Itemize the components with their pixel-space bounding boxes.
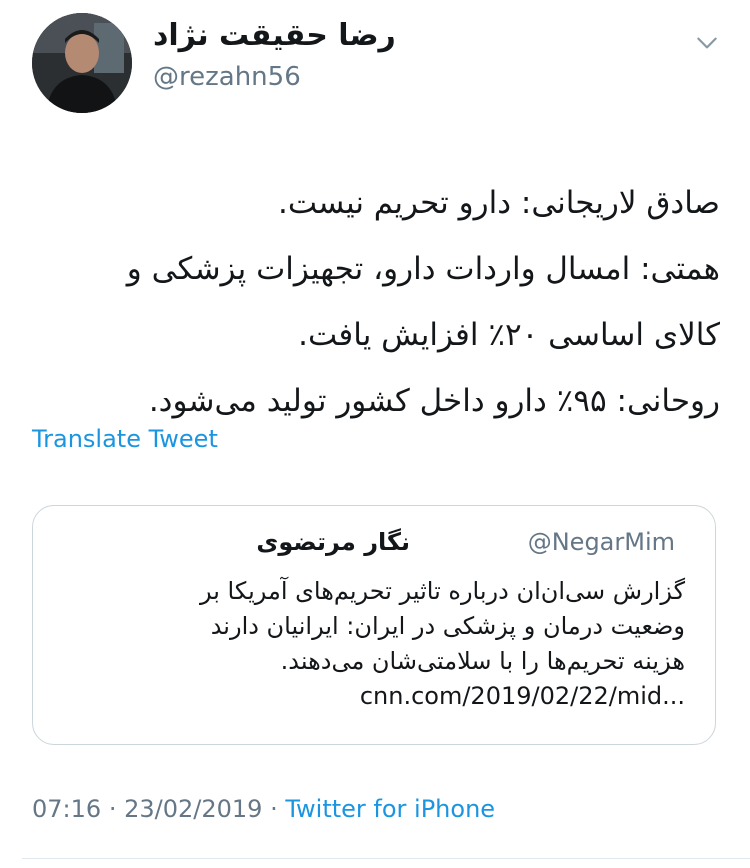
author-handle[interactable]: @rezahn56	[153, 62, 301, 92]
tweet-date[interactable]: 23/02/2019	[124, 795, 262, 823]
quoted-tweet-text: گزارش سی‌ان‌ان درباره تاثیر تحریم‌های آم…	[123, 574, 685, 714]
quoted-line: گزارش سی‌ان‌ان درباره تاثیر تحریم‌های آم…	[199, 577, 685, 605]
chevron-down-icon[interactable]	[694, 30, 720, 56]
quoted-link[interactable]: cnn.com/2019/02/22/mid...	[123, 679, 685, 714]
tweet-line: صادق لاریجانی: دارو تحریم نیست.	[278, 185, 720, 221]
quoted-author-handle: @NegarMim	[527, 528, 675, 556]
tweet-line: همتی: امسال واردات دارو، تجهیزات پزشکی و	[126, 251, 720, 287]
user-avatar-image	[32, 13, 132, 113]
translate-tweet-link[interactable]: Translate Tweet	[32, 425, 218, 453]
meta-separator: ·	[270, 795, 278, 823]
meta-separator: ·	[108, 795, 117, 823]
quoted-author-name: نگار مرتضوی	[256, 528, 410, 556]
tweet-time[interactable]: 07:16	[32, 795, 101, 823]
divider	[22, 858, 750, 859]
tweet-line: کالای اساسی ۲۰٪ افزایش یافت.	[298, 317, 720, 353]
quoted-tweet-card[interactable]: نگار مرتضوی @NegarMim گزارش سی‌ان‌ان درب…	[32, 505, 716, 745]
tweet-source-link[interactable]: Twitter for iPhone	[285, 795, 495, 823]
quoted-line: وضعیت درمان و پزشکی در ایران: ایرانیان د…	[210, 612, 685, 640]
author-name[interactable]: رضا حقیقت نژاد	[153, 18, 396, 53]
quoted-line: هزینه تحریم‌ها را با سلامتی‌شان می‌دهند.	[280, 647, 685, 675]
tweet-meta: 07:16 · 23/02/2019 · Twitter for iPhone	[32, 795, 495, 823]
tweet-text: صادق لاریجانی: دارو تحریم نیست. همتی: ام…	[30, 170, 720, 434]
avatar[interactable]	[32, 13, 132, 113]
